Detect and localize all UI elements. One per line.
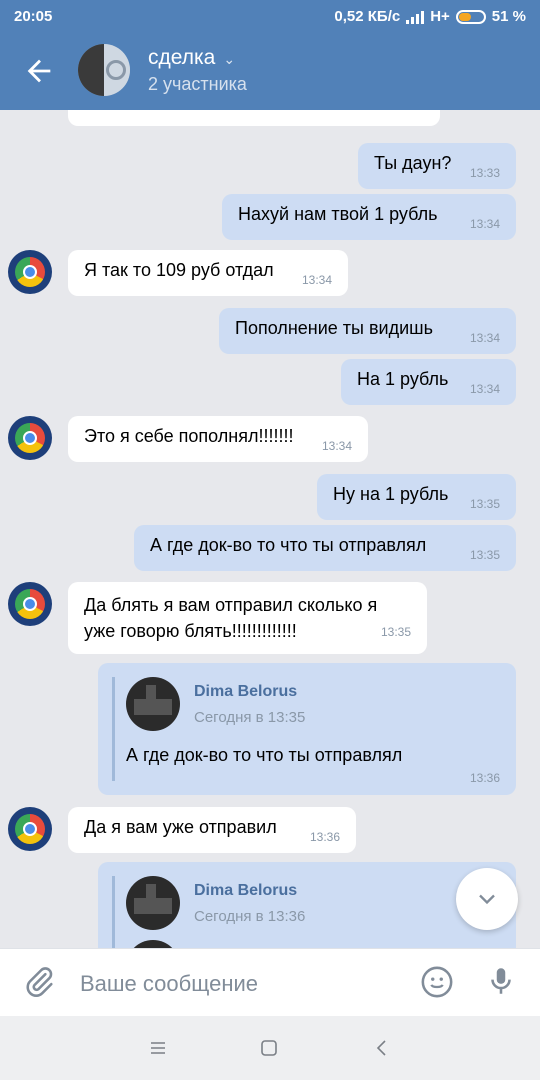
menu-icon[interactable] xyxy=(148,1038,168,1058)
message-bubble[interactable]: Ты даун? 13:33 xyxy=(358,143,516,189)
sender-avatar[interactable] xyxy=(8,582,52,626)
message-time: 13:35 xyxy=(469,497,500,511)
message-input[interactable]: Ваше сообщение xyxy=(80,971,258,997)
emoji-icon[interactable] xyxy=(420,965,454,999)
forwarded-message[interactable]: Dima Belorus Сегодня в 13:35 А где док-в… xyxy=(98,663,516,795)
message-time: 13:34 xyxy=(321,439,352,453)
message-bubble-partial xyxy=(68,110,440,126)
network-speed: 0,52 КБ/с xyxy=(334,8,401,25)
message-composer: Ваше сообщение xyxy=(0,948,540,1016)
message-text: Ты даун? xyxy=(374,153,452,173)
message-list[interactable]: Ты даун? 13:33 Нахуй нам твой 1 рубль 13… xyxy=(0,110,540,948)
message-time: 13:34 xyxy=(301,273,332,287)
nested-forward-avatar xyxy=(126,940,180,948)
status-right: 0,52 КБ/с H+ 51 % xyxy=(334,8,526,25)
message-time: 13:35 xyxy=(380,625,411,639)
battery-percent: 51 % xyxy=(491,8,526,25)
message-time: 13:35 xyxy=(469,548,500,562)
message-text: Да я вам уже отправил xyxy=(84,817,277,837)
message-text: Я так то 109 руб отдал xyxy=(84,260,274,280)
forward-date: Сегодня в 13:36 xyxy=(194,908,306,925)
attach-icon[interactable] xyxy=(22,965,56,999)
message-time: 13:36 xyxy=(469,771,500,785)
android-nav-bar xyxy=(0,1016,540,1080)
signal-icon xyxy=(406,10,425,24)
message-text: Да блять я вам отправил сколько я xyxy=(84,595,378,615)
message-bubble[interactable]: Да блять я вам отправил сколько я уже го… xyxy=(68,582,427,654)
message-text: Нахуй нам твой 1 рубль xyxy=(238,204,438,224)
chevron-down-icon xyxy=(479,894,495,905)
message-bubble[interactable]: Пополнение ты видишь 13:34 xyxy=(219,308,516,354)
message-text: Ну на 1 рубль xyxy=(333,484,449,504)
message-bubble[interactable]: Это я себе пополнял!!!!!!! 13:34 xyxy=(68,416,368,462)
forwarded-message[interactable]: Dima Belorus Сегодня в 13:36 xyxy=(98,862,516,948)
message-bubble[interactable]: А где док-во то что ты отправлял 13:35 xyxy=(134,525,516,571)
chat-participants: 2 участника xyxy=(148,74,247,94)
sender-avatar[interactable] xyxy=(8,416,52,460)
message-text: На 1 рубль xyxy=(357,369,449,389)
forward-author-avatar[interactable] xyxy=(126,677,180,731)
chevron-down-icon: ⌄ xyxy=(223,51,236,67)
scroll-to-bottom-button[interactable] xyxy=(456,868,518,930)
message-text: А где док-во то что ты отправлял xyxy=(150,535,427,555)
message-bubble[interactable]: Нахуй нам твой 1 рубль 13:34 xyxy=(222,194,516,240)
back-icon[interactable] xyxy=(372,1038,392,1058)
sender-avatar[interactable] xyxy=(8,250,52,294)
message-time: 13:33 xyxy=(469,166,500,180)
message-time: 13:34 xyxy=(469,382,500,396)
microphone-icon[interactable] xyxy=(484,963,518,999)
forward-author-name[interactable]: Dima Belorus xyxy=(194,683,297,701)
message-bubble[interactable]: Да я вам уже отправил 13:36 xyxy=(68,807,356,853)
battery-icon xyxy=(455,9,486,24)
message-text: Пополнение ты видишь xyxy=(235,318,433,338)
message-bubble[interactable]: Ну на 1 рубль 13:35 xyxy=(317,474,516,520)
forward-text: А где док-во то что ты отправлял xyxy=(126,745,403,765)
message-text: Это я себе пополнял!!!!!!! xyxy=(84,426,294,446)
back-arrow-icon[interactable] xyxy=(22,54,56,88)
forward-date: Сегодня в 13:35 xyxy=(194,709,306,726)
message-bubble[interactable]: На 1 рубль 13:34 xyxy=(341,359,516,405)
chat-header: сделка ⌄ 2 участника xyxy=(0,34,540,110)
chat-title[interactable]: сделка ⌄ xyxy=(148,46,235,70)
chat-avatar[interactable] xyxy=(78,44,130,96)
sender-avatar[interactable] xyxy=(8,807,52,851)
message-time: 13:34 xyxy=(469,331,500,345)
status-bar: 20:05 0,52 КБ/с H+ 51 % xyxy=(0,0,540,34)
message-time: 13:34 xyxy=(469,217,500,231)
message-bubble[interactable]: Я так то 109 руб отдал 13:34 xyxy=(68,250,348,296)
home-icon[interactable] xyxy=(259,1038,279,1058)
message-text: уже говорю блять!!!!!!!!!!!!! xyxy=(84,621,297,641)
network-type: H+ xyxy=(430,8,450,25)
status-time: 20:05 xyxy=(14,8,53,25)
message-time: 13:36 xyxy=(309,830,340,844)
forward-author-name[interactable]: Dima Belorus xyxy=(194,882,297,900)
forward-author-avatar[interactable] xyxy=(126,876,180,930)
